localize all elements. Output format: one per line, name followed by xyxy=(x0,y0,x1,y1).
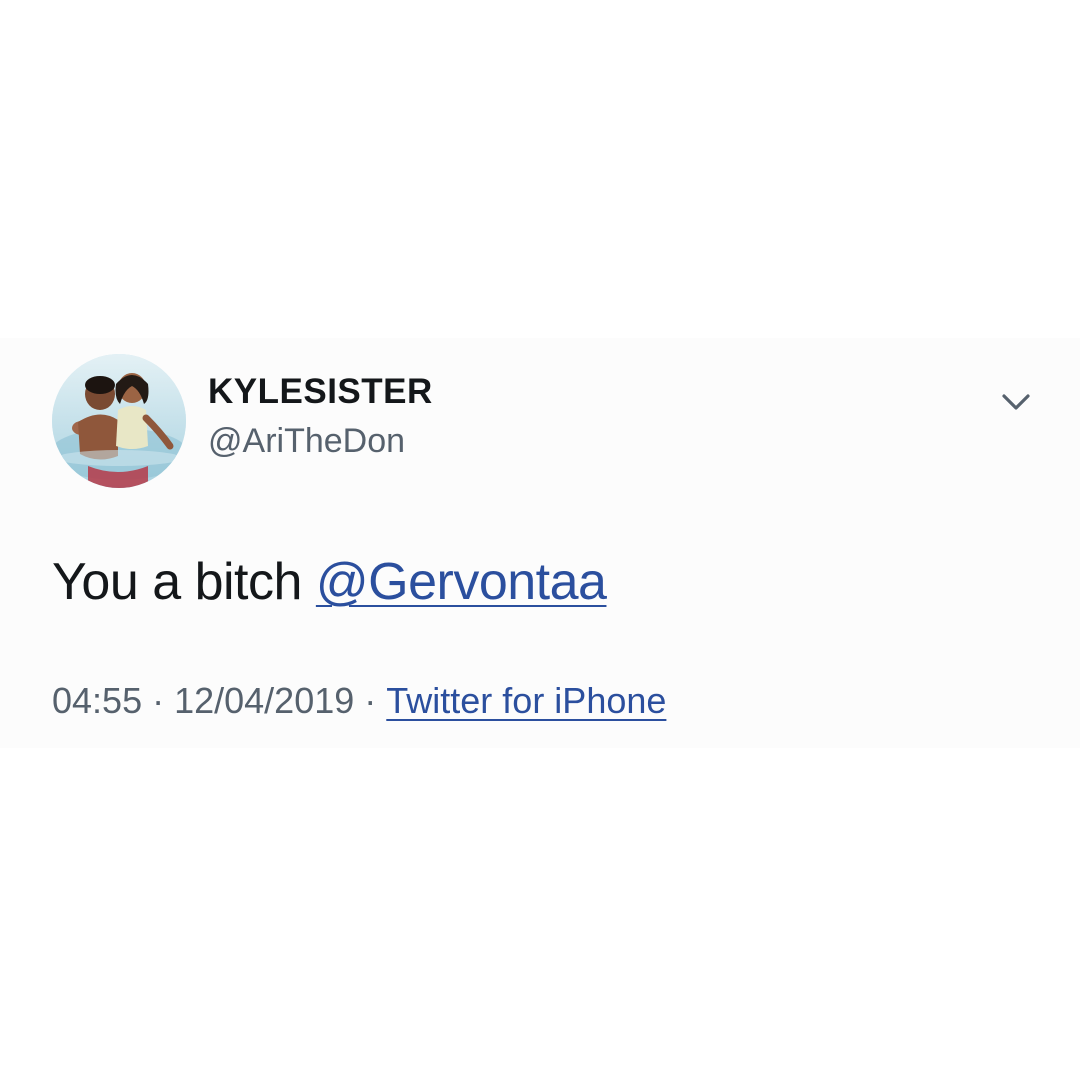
display-name[interactable]: KYLESISTER xyxy=(208,372,433,412)
chevron-down-icon[interactable] xyxy=(996,382,1036,422)
meta-separator: · xyxy=(364,680,377,721)
avatar[interactable] xyxy=(52,354,186,488)
tweet-meta: 04:55 · 12/04/2019 · Twitter for iPhone xyxy=(52,680,666,722)
user-handle[interactable]: @AriTheDon xyxy=(208,422,405,461)
avatar-photo xyxy=(52,354,186,488)
meta-separator: · xyxy=(152,680,165,721)
page: KYLESISTER @AriTheDon You a bitch @Gervo… xyxy=(0,0,1080,1080)
mention-link[interactable]: @Gervontaa xyxy=(316,553,607,611)
tweet-time: 04:55 xyxy=(52,680,143,721)
source-link[interactable]: Twitter for iPhone xyxy=(386,680,666,721)
tweet-card: KYLESISTER @AriTheDon You a bitch @Gervo… xyxy=(0,338,1080,748)
tweet-text-body: You a bitch xyxy=(52,553,316,611)
tweet-text: You a bitch @Gervontaa xyxy=(52,552,607,612)
tweet-date: 12/04/2019 xyxy=(174,680,355,721)
